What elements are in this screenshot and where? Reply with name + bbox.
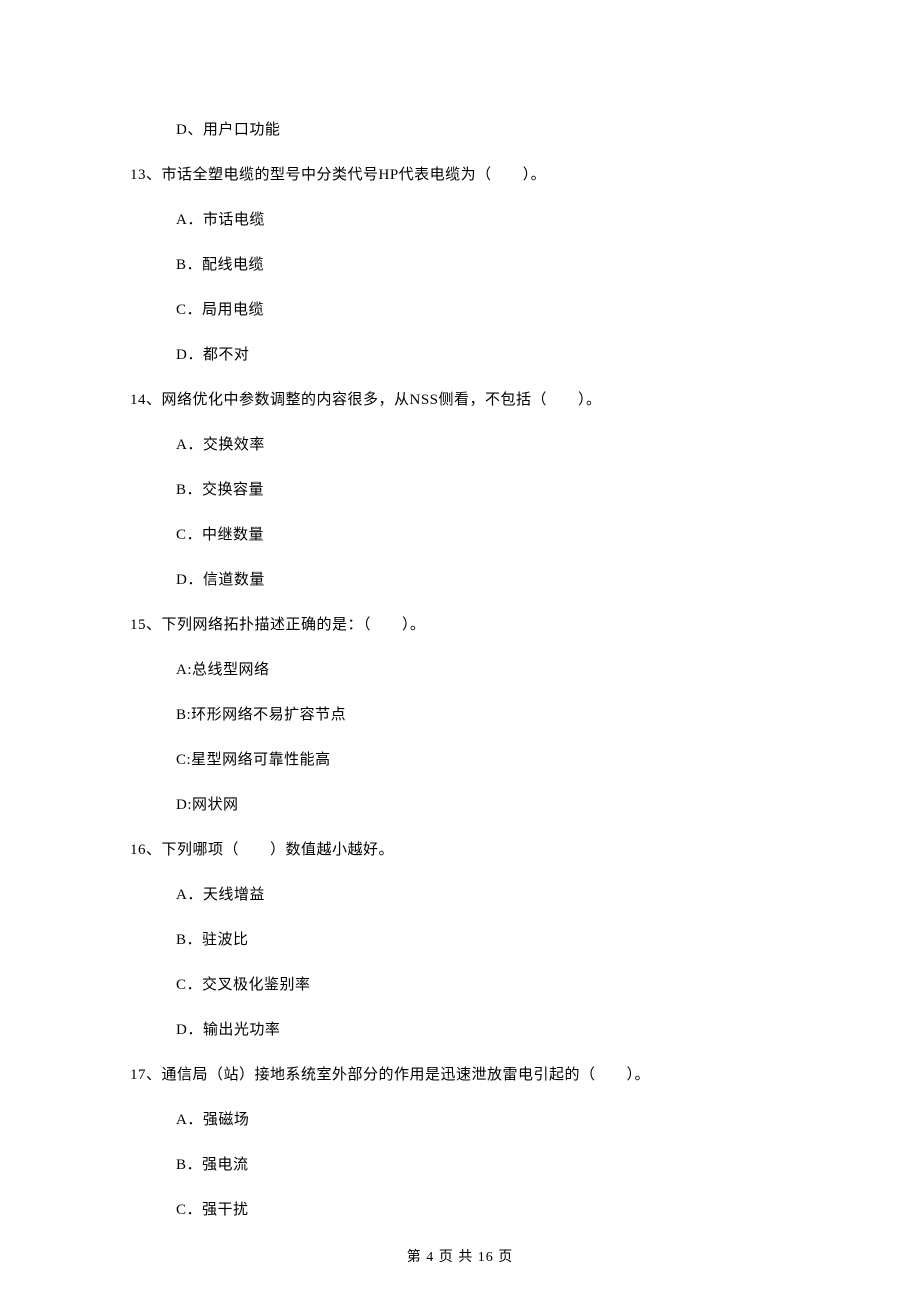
prev-option-d: D、用户口功能 xyxy=(130,118,790,139)
page-footer: 第 4 页 共 16 页 xyxy=(0,1246,920,1266)
question-16-option-c: C．交叉极化鉴别率 xyxy=(130,973,790,994)
question-stem-15: 15、下列网络拓扑描述正确的是：（ ）。 xyxy=(130,613,790,634)
question-14-option-d: D．信道数量 xyxy=(130,568,790,589)
question-13-option-b: B．配线电缆 xyxy=(130,253,790,274)
question-16-option-d: D．输出光功率 xyxy=(130,1018,790,1039)
question-13-option-a: A．市话电缆 xyxy=(130,208,790,229)
question-15-option-c: C:星型网络可靠性能高 xyxy=(130,748,790,769)
question-stem-14: 14、网络优化中参数调整的内容很多，从NSS侧看，不包括（ ）。 xyxy=(130,388,790,409)
question-14-option-c: C．中继数量 xyxy=(130,523,790,544)
question-17-option-c: C．强干扰 xyxy=(130,1198,790,1219)
question-stem-17: 17、通信局（站）接地系统室外部分的作用是迅速泄放雷电引起的（ ）。 xyxy=(130,1063,790,1084)
question-15-option-d: D:网状网 xyxy=(130,793,790,814)
question-15-option-b: B:环形网络不易扩容节点 xyxy=(130,703,790,724)
question-17-option-a: A．强磁场 xyxy=(130,1108,790,1129)
question-16-option-b: B．驻波比 xyxy=(130,928,790,949)
page-content: D、用户口功能 13、市话全塑电缆的型号中分类代号HP代表电缆为（ ）。 A．市… xyxy=(0,0,920,1219)
question-stem-16: 16、下列哪项（ ）数值越小越好。 xyxy=(130,838,790,859)
question-16-option-a: A．天线增益 xyxy=(130,883,790,904)
question-stem-13: 13、市话全塑电缆的型号中分类代号HP代表电缆为（ ）。 xyxy=(130,163,790,184)
question-17-option-b: B．强电流 xyxy=(130,1153,790,1174)
question-13-option-c: C．局用电缆 xyxy=(130,298,790,319)
question-15-option-a: A:总线型网络 xyxy=(130,658,790,679)
question-14-option-b: B．交换容量 xyxy=(130,478,790,499)
question-13-option-d: D．都不对 xyxy=(130,343,790,364)
question-14-option-a: A．交换效率 xyxy=(130,433,790,454)
